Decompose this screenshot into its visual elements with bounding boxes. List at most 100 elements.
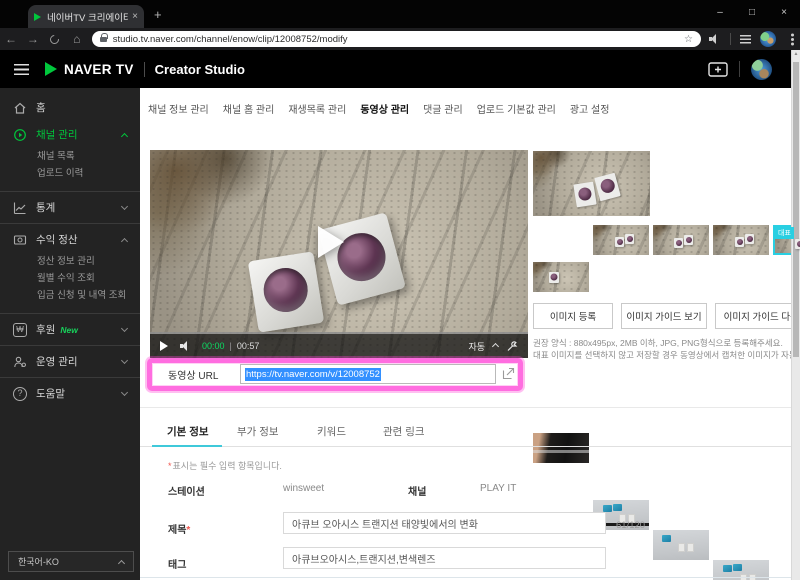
scrollbar-thumb[interactable]	[793, 62, 799, 357]
title-label-text: 제목	[168, 525, 187, 536]
video-url-value-selected[interactable]: https://tv.naver.com/v/12008752	[245, 367, 381, 381]
station-label: 스테이션	[168, 487, 205, 498]
chevron-up-icon	[117, 559, 126, 567]
tag-input[interactable]	[283, 547, 606, 569]
auto-quality-label[interactable]: 자동	[468, 340, 485, 353]
sidebar-item-label: 운영 관리	[36, 356, 78, 368]
browser-menu-icon[interactable]	[791, 37, 795, 41]
title-required-asterisk: *	[186, 525, 191, 536]
video-url-label: 동영상 URL	[168, 371, 219, 382]
image-guide-download-button[interactable]: 이미지 가이드 다운로드	[715, 303, 800, 329]
naver-tv-logo-icon	[45, 62, 57, 76]
window-maximize-button[interactable]: □	[736, 0, 768, 28]
brand-name[interactable]: NAVER TV	[64, 62, 134, 77]
image-guide-view-button[interactable]: 이미지 가이드 보기	[621, 303, 707, 329]
tab-channel-info[interactable]: 채널 정보 관리	[148, 101, 209, 116]
language-selector[interactable]: 한국어-KO	[8, 551, 134, 572]
image-register-button[interactable]: 이미지 등록	[533, 303, 613, 329]
tab-ad-settings[interactable]: 광고 설정	[570, 101, 610, 116]
tab-comments[interactable]: 댓글 관리	[423, 101, 463, 116]
sidebar-item-donation[interactable]: ₩ 후원 New	[0, 316, 140, 343]
home-button[interactable]: ⌂	[66, 32, 88, 46]
video-player[interactable]: 00:00 | 00:57 자동	[150, 150, 528, 358]
donation-icon: ₩	[13, 322, 27, 337]
sidebar-item-label: 도움말	[36, 388, 65, 400]
content-divider	[140, 407, 792, 408]
player-controls: 00:00 | 00:57 자동	[150, 332, 528, 358]
image-help-line-1: 권장 양식 : 880x495px, 2MB 이하, JPG, PNG형식으로 …	[533, 338, 783, 348]
address-bar[interactable]: studio.tv.naver.com/channel/enow/clip/12…	[91, 31, 702, 47]
hamburger-menu-icon[interactable]	[14, 63, 29, 75]
sidebar-item-operation[interactable]: 운영 관리	[0, 348, 140, 375]
video-thumbnail[interactable]	[653, 225, 709, 255]
bookmark-star-icon[interactable]: ☆	[684, 34, 693, 45]
operation-icon	[14, 356, 27, 367]
sidebar-item-statistics[interactable]: 통계	[0, 194, 140, 221]
home-icon	[14, 102, 26, 114]
title-char-counter: 61/120	[616, 520, 646, 531]
user-avatar[interactable]	[751, 58, 772, 80]
sidebar-subitem-revenue-info[interactable]: 정산 정보 관리	[37, 253, 140, 270]
url-text[interactable]: studio.tv.naver.com/channel/enow/clip/12…	[113, 34, 678, 45]
chevron-up-icon	[120, 132, 129, 140]
sidebar-divider	[0, 313, 140, 314]
tab-close-icon[interactable]: ×	[132, 11, 138, 22]
chevron-down-icon	[120, 356, 129, 364]
browser-tab[interactable]: 네이버TV 크리에이터 스튜 ×	[28, 5, 144, 28]
back-button[interactable]: ←	[0, 32, 22, 46]
tag-label: 태그	[168, 560, 187, 571]
play-overlay-icon[interactable]	[318, 226, 344, 258]
tab-playlist[interactable]: 재생목록 관리	[288, 101, 346, 116]
video-thumbnail[interactable]	[593, 225, 649, 255]
sidebar-divider	[0, 223, 140, 224]
tab-keywords[interactable]: 키워드	[317, 424, 346, 439]
active-tab-underline	[152, 445, 222, 447]
thumbnail-preview-large[interactable]	[533, 151, 650, 216]
sidebar-subitem-upload-history[interactable]: 업로드 이력	[37, 165, 140, 182]
tab-basic-info[interactable]: 기본 정보	[167, 424, 209, 439]
image-help-line-2: 대표 이미지를 선택하지 않고 저장할 경우 동영상에서 캡처한 이미지가 자동…	[533, 350, 800, 360]
settings-tool-icon[interactable]	[506, 340, 518, 352]
window-minimize-button[interactable]: –	[704, 0, 736, 28]
window-close-button[interactable]: ×	[768, 0, 800, 28]
chevron-up-icon	[491, 342, 500, 350]
tabs-border	[140, 446, 792, 447]
tab-related-links[interactable]: 관련 링크	[383, 424, 425, 439]
new-tab-button[interactable]: +	[154, 7, 162, 22]
sidebar-item-home[interactable]: 홈	[0, 94, 140, 121]
sidebar-subitem-deposit[interactable]: 입금 신청 및 내역 조회	[37, 287, 140, 304]
product-name[interactable]: Creator Studio	[155, 62, 245, 77]
header-divider	[143, 61, 145, 77]
sidebar-subitem-monthly-revenue[interactable]: 월별 수익 조회	[37, 270, 140, 287]
required-asterisk: *	[168, 461, 172, 471]
lens-pack-left	[247, 251, 325, 333]
sidebar-divider	[0, 191, 140, 192]
tab-channel-home[interactable]: 채널 홈 관리	[223, 101, 275, 116]
sidebar-item-channel-management[interactable]: 채널 관리	[0, 121, 140, 148]
tab-upload-defaults[interactable]: 업로드 기본값 관리	[477, 101, 556, 116]
video-thumbnail[interactable]	[533, 433, 589, 463]
language-value: 한국어-KO	[18, 557, 59, 567]
external-link-icon[interactable]	[502, 367, 515, 380]
speaker-extension-icon[interactable]	[709, 34, 721, 44]
channel-label: 채널	[408, 487, 427, 498]
video-thumbnail[interactable]	[533, 262, 589, 292]
scrollbar-up-arrow-icon[interactable]: ▲	[792, 51, 800, 57]
video-thumbnail[interactable]	[653, 530, 709, 560]
sidebar-item-help[interactable]: ? 도움말	[0, 380, 140, 407]
list-extension-icon[interactable]	[740, 34, 752, 44]
sidebar-subitem-channel-list[interactable]: 채널 목록	[37, 148, 140, 165]
browser-profile-avatar[interactable]	[760, 31, 777, 47]
forward-button[interactable]: →	[22, 32, 44, 46]
upload-video-icon[interactable]	[708, 61, 728, 77]
video-thumbnail[interactable]	[713, 225, 769, 255]
tab-video-management[interactable]: 동영상 관리	[360, 101, 409, 116]
volume-icon[interactable]	[180, 341, 192, 351]
reload-icon[interactable]	[47, 32, 61, 46]
play-button-icon[interactable]	[160, 341, 168, 351]
page-scrollbar[interactable]: ▲	[791, 50, 800, 580]
tab-extra-info[interactable]: 부가 정보	[237, 424, 279, 439]
title-input[interactable]	[283, 512, 606, 534]
video-url-input[interactable]: https://tv.naver.com/v/12008752	[240, 364, 496, 384]
sidebar-item-revenue[interactable]: 수익 정산	[0, 226, 140, 253]
